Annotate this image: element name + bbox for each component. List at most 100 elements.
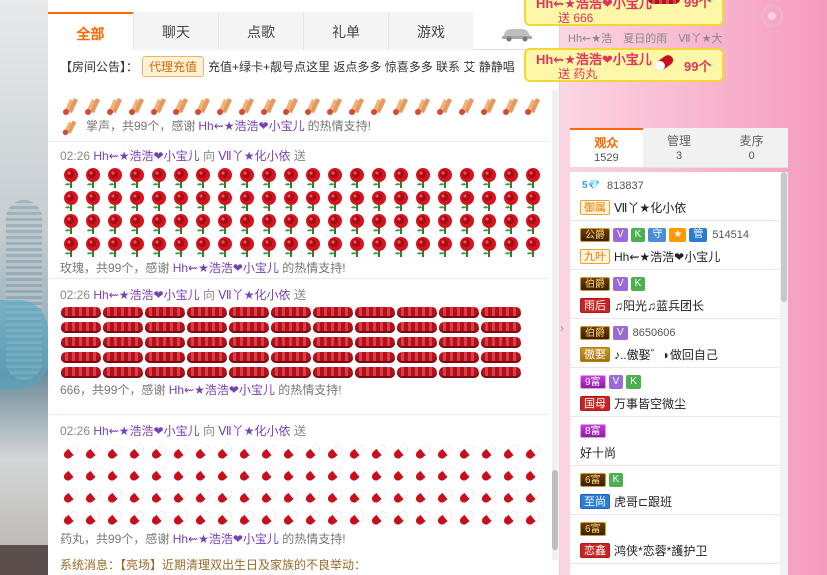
pill-icon — [129, 467, 145, 481]
timestamp: 02:26 — [60, 149, 91, 163]
sender-name[interactable]: Hh⇜★浩浩❤小宝儿 — [93, 288, 199, 302]
audience-user-row[interactable]: 5💎 813837 御属 Ⅶ丫★化小依 — [570, 172, 780, 221]
666-icon — [439, 367, 479, 378]
audience-user-row[interactable]: 6富 恋鑫 鸿侠*恋蓉*護护卫 — [570, 515, 780, 564]
user-name[interactable]: 虎哥⊏跟班 — [614, 493, 672, 510]
gift-icon-grid — [60, 305, 548, 380]
tab-chat[interactable]: 聊天 — [133, 12, 218, 50]
666-icon — [145, 367, 185, 378]
receiver-name[interactable]: Ⅶ丫★化小依 — [218, 424, 290, 438]
user-name[interactable]: 鸿侠*恋蓉*護护卫 — [614, 542, 707, 559]
user-name[interactable]: ♫阳光♫蓝兵团长 — [614, 297, 704, 314]
pill-icon — [129, 489, 145, 503]
rose-icon — [108, 237, 122, 257]
rose-icon — [262, 191, 276, 211]
user-name[interactable]: Ⅶ丫★化小依 — [614, 199, 686, 216]
rose-icon — [328, 168, 342, 188]
sender-name[interactable]: Hh⇜★浩浩❤小宝儿 — [173, 261, 279, 275]
rose-icon — [328, 237, 342, 257]
banner-count: 99个 — [684, 59, 712, 74]
chat-scrollbar-thumb[interactable] — [552, 470, 558, 550]
rose-icon — [262, 237, 276, 257]
pill-icon — [195, 467, 211, 481]
user-badge: K — [608, 473, 624, 487]
pill-icon — [63, 445, 79, 459]
sender-name[interactable]: Hh⇜★浩浩❤小宝儿 — [169, 383, 275, 397]
notice-text[interactable]: 充值+绿卡+靓号点这里 返点多多 惊喜多多 联系 艾 静静唱 — [208, 58, 515, 75]
audience-user-row[interactable]: 8富 好十尚 — [570, 417, 780, 466]
sender-name[interactable]: Hh⇜★浩浩❤小宝儿 — [173, 532, 279, 546]
gift-icon-grid — [60, 94, 548, 116]
agent-recharge-button[interactable]: 代理充值 — [142, 55, 205, 77]
user-name[interactable]: 好十尚 — [580, 444, 616, 461]
sender-name[interactable]: Hh⇜★浩浩❤小宝儿 — [198, 116, 304, 136]
pill-icon — [85, 467, 101, 481]
clap-icon — [283, 98, 298, 115]
rose-icon — [526, 214, 540, 234]
pill-icon — [415, 489, 431, 503]
666-icon — [481, 337, 521, 348]
pill-icon — [283, 489, 299, 503]
pill-icon — [503, 467, 519, 481]
pill-icon — [327, 467, 343, 481]
tab-audience[interactable]: 观众 1529 — [570, 128, 643, 167]
pill-icon — [129, 445, 145, 459]
tab-all[interactable]: 全部 — [48, 12, 133, 50]
audience-user-row[interactable]: 公爵 V K 守 ★ 管 514514 九叶 Hh⇜★浩浩❤小宝儿 — [570, 221, 780, 270]
clap-icon — [217, 98, 232, 115]
rose-icon — [504, 168, 518, 188]
gift-meta: 02:26 Hh⇜★浩浩❤小宝儿 向 Ⅶ丫★化小依 送 — [60, 149, 306, 163]
sender-name[interactable]: Hh⇜★浩浩❤小宝儿 — [93, 149, 199, 163]
rose-icon — [130, 214, 144, 234]
user-badge: 6富 — [580, 522, 606, 536]
user-badge: 伯爵 — [580, 277, 610, 291]
receiver-name[interactable]: Ⅶ丫★化小依 — [218, 149, 290, 163]
pill-icon — [415, 445, 431, 459]
chat-scrollbar[interactable] — [552, 90, 558, 560]
tab-games[interactable]: 游戏 — [388, 12, 473, 50]
tab-gift-list[interactable]: 礼单 — [303, 12, 388, 50]
pill-icon — [239, 467, 255, 481]
top-user[interactable]: 夏日的雨 — [623, 33, 667, 45]
audience-scrollbar-thumb[interactable] — [781, 172, 787, 302]
user-badge: 管 — [689, 228, 708, 242]
pill-icon — [151, 489, 167, 503]
audience-scrollbar[interactable] — [780, 172, 788, 575]
audience-user-row[interactable]: 9富 V K 国母 万事皆空微尘 — [570, 368, 780, 417]
audience-user-row[interactable]: 伯爵 V 8650606 傲娶 ♪..傲娶゛◗做回自己 — [570, 319, 780, 368]
666-icon — [313, 322, 353, 333]
user-badge: K — [630, 228, 646, 242]
pill-icon — [63, 511, 79, 525]
system-message: 系统消息：【亮场】近期清理双出生日及家族的不良举动： — [60, 558, 367, 572]
top-user[interactable]: Hh⇜★浩 — [568, 33, 612, 45]
rose-icon — [262, 168, 276, 188]
rose-icon — [108, 214, 122, 234]
rose-icon — [218, 237, 232, 257]
user-name[interactable]: Hh⇜★浩浩❤小宝儿 — [614, 248, 720, 265]
666-icon — [313, 307, 353, 318]
car-icon[interactable] — [500, 26, 534, 42]
pill-icon — [459, 445, 475, 459]
collapse-arrow-icon[interactable]: › — [560, 318, 568, 338]
audience-user-row[interactable]: 伯爵 V K 雨后 ♫阳光♫蓝兵团长 — [570, 270, 780, 319]
pill-icon — [327, 511, 343, 525]
timestamp: 02:26 — [60, 288, 91, 302]
666-icon — [481, 352, 521, 363]
top-user[interactable]: Ⅶ丫★大 — [678, 33, 722, 45]
pill-icon — [151, 511, 167, 525]
gift-message-clap: 掌声，共99个，感谢 Hh⇜★浩浩❤小宝儿 的热情支持! — [48, 90, 548, 142]
receiver-name[interactable]: Ⅶ丫★化小依 — [218, 288, 290, 302]
rose-icon — [504, 237, 518, 257]
audience-user-row[interactable]: 6富 K 至尚 虎哥⊏跟班 — [570, 466, 780, 515]
tab-admins[interactable]: 管理 3 — [643, 128, 716, 167]
sender-name[interactable]: Hh⇜★浩浩❤小宝儿 — [93, 424, 199, 438]
666-icon — [397, 307, 437, 318]
tab-mic-queue[interactable]: 麦序 0 — [715, 128, 788, 167]
pill-icon — [107, 445, 123, 459]
rose-icon — [86, 214, 100, 234]
user-name[interactable]: ♪..傲娶゛◗做回自己 — [614, 346, 718, 363]
user-name[interactable]: 万事皆空微尘 — [614, 395, 686, 412]
tab-song-request[interactable]: 点歌 — [218, 12, 303, 50]
666-icon — [145, 352, 185, 363]
pill-icon — [349, 511, 365, 525]
